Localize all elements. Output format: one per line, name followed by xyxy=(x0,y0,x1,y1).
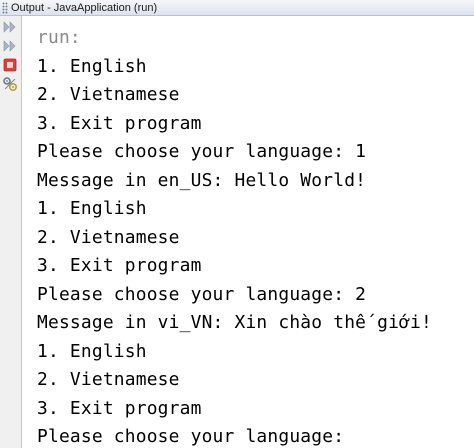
console-line: 2. Vietnamese xyxy=(37,369,180,390)
drag-grip-icon[interactable] xyxy=(2,1,8,14)
console-text: run: 1. English 2. Vietnamese 3. Exit progr… xyxy=(37,24,432,448)
console-line: 3. Exit program xyxy=(37,112,202,134)
window-title: Output - JavaApplication (run) xyxy=(11,1,158,14)
console-line: 3. Exit program xyxy=(37,397,202,419)
console-line: 3. Exit program xyxy=(37,255,202,276)
console-line: Message in en_US: Hello World! xyxy=(37,169,367,191)
console-line: Please choose your language: 1 xyxy=(37,141,367,162)
console-line: 1. English xyxy=(37,340,147,362)
console-line: 1. English xyxy=(37,55,147,77)
stop-button[interactable] xyxy=(2,57,18,73)
settings-icon xyxy=(3,77,18,92)
rerun-icon xyxy=(3,21,16,33)
output-window-titlebar[interactable]: Output - JavaApplication (run) xyxy=(0,0,474,16)
rerun-with-params-button[interactable] xyxy=(2,38,18,54)
console-line: 2. Vietnamese xyxy=(37,84,180,105)
rerun-with-params-icon xyxy=(3,40,16,52)
settings-button[interactable] xyxy=(2,76,18,92)
console-line: 2. Vietnamese xyxy=(37,226,180,248)
console-output-area[interactable]: run: 1. English 2. Vietnamese 3. Exit progr… xyxy=(23,17,474,448)
console-line: Please choose your language: 2 xyxy=(37,283,367,305)
rerun-button[interactable] xyxy=(2,19,18,35)
console-run-header: run: xyxy=(37,27,81,48)
console-line: 1. English xyxy=(37,198,147,219)
console-line: Message in vi_VN: Xin chào thế giới! xyxy=(37,312,432,333)
stop-icon xyxy=(3,58,17,72)
console-line: Please choose your language: xyxy=(37,426,345,447)
output-toolbar xyxy=(0,16,22,448)
